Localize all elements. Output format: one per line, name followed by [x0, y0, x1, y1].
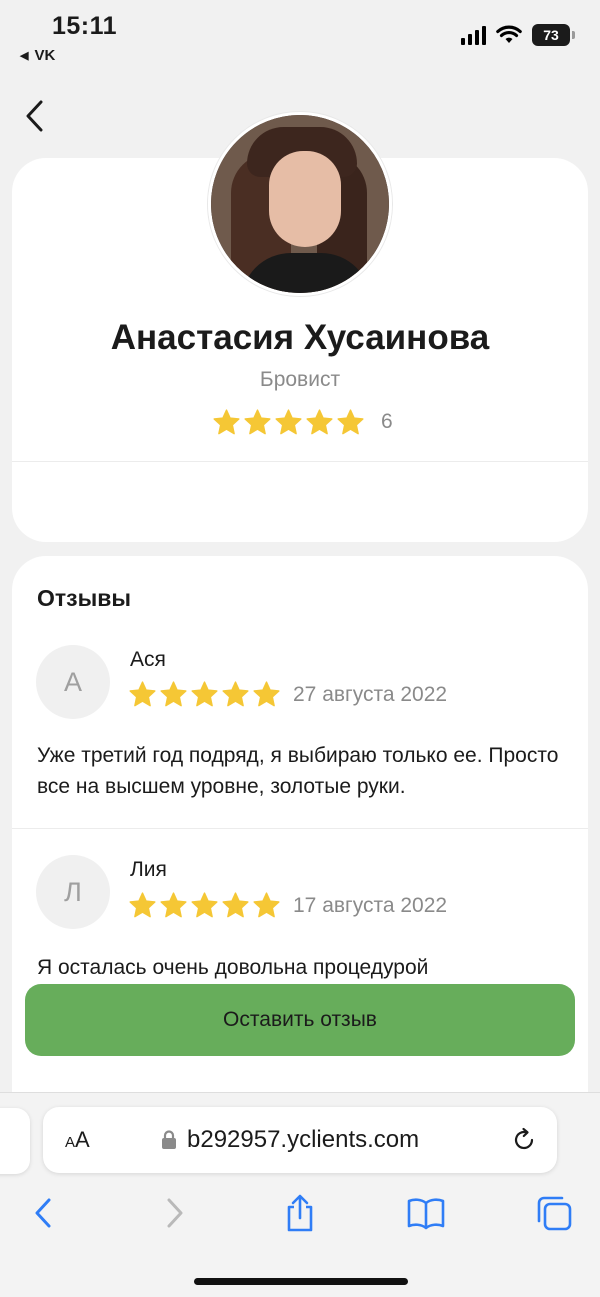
- share-icon: [287, 1194, 313, 1232]
- reviewer-avatar: Л: [36, 855, 110, 929]
- review-stars: [128, 891, 281, 920]
- back-triangle-icon: ◀: [20, 50, 29, 62]
- reviewer-name: Лия: [130, 858, 167, 881]
- browser-back-button[interactable]: [24, 1191, 64, 1235]
- chevron-right-icon: [167, 1198, 183, 1228]
- bookmarks-button[interactable]: [406, 1191, 446, 1235]
- star-icon: [253, 892, 280, 918]
- profile-divider: [12, 461, 588, 462]
- reviews-title: Отзывы: [37, 585, 132, 611]
- url-display[interactable]: b292957.yclients.com: [161, 1126, 419, 1154]
- status-indicators: 73: [461, 24, 575, 46]
- reload-icon[interactable]: [511, 1127, 537, 1153]
- rating-count: 6: [381, 410, 393, 433]
- review-text: Уже третий год подряд, я выбираю только …: [37, 744, 559, 798]
- star-icon: [191, 681, 218, 707]
- reader-settings-button[interactable]: AA: [65, 1127, 90, 1153]
- master-avatar-photo: [208, 112, 392, 296]
- share-button[interactable]: [280, 1191, 320, 1235]
- leave-review-button[interactable]: Оставить отзыв: [25, 984, 575, 1056]
- star-icon: [160, 681, 187, 707]
- back-chevron-icon[interactable]: [20, 96, 50, 136]
- home-indicator[interactable]: [194, 1278, 408, 1285]
- review-stars: [128, 680, 281, 709]
- reviewer-name: Ася: [130, 648, 166, 671]
- star-icon: [306, 408, 333, 434]
- browser-toolbar: [0, 1191, 600, 1235]
- tabs-icon: [537, 1196, 572, 1231]
- star-icon: [191, 892, 218, 918]
- star-icon: [275, 408, 302, 434]
- previous-tab-preview[interactable]: [0, 1108, 30, 1174]
- chevron-left-icon: [35, 1198, 51, 1228]
- address-bar[interactable]: AA b292957.yclients.com: [43, 1107, 557, 1173]
- status-bar: 15:11 ◀ VK 73: [0, 0, 600, 80]
- review-divider: [12, 828, 588, 829]
- reviewer-avatar: А: [36, 645, 110, 719]
- star-icon: [129, 681, 156, 707]
- tabs-button[interactable]: [534, 1191, 574, 1235]
- review-date: 27 августа 2022: [293, 682, 448, 706]
- star-icon: [244, 408, 271, 434]
- wifi-icon: [496, 25, 522, 43]
- status-time: 15:11: [52, 12, 118, 40]
- star-icon: [129, 892, 156, 918]
- master-rating: 6: [212, 406, 393, 438]
- cellular-signal-icon: [461, 25, 486, 45]
- back-to-app-link[interactable]: ◀ VK: [20, 47, 55, 64]
- battery-indicator: 73: [532, 24, 575, 46]
- back-app-label: VK: [34, 47, 56, 64]
- review-rating: 17 августа 2022: [128, 891, 447, 920]
- master-role: Бровист: [259, 368, 341, 391]
- url-text: b292957.yclients.com: [187, 1126, 420, 1153]
- lock-icon: [162, 1130, 176, 1149]
- star-icon: [222, 681, 249, 707]
- book-icon: [407, 1198, 445, 1230]
- star-icon: [160, 892, 187, 918]
- browser-forward-button[interactable]: [154, 1191, 194, 1235]
- star-icon: [337, 408, 364, 434]
- star-icon: [222, 892, 249, 918]
- review-rating: 27 августа 2022: [128, 680, 447, 709]
- star-icon: [253, 681, 280, 707]
- star-icon: [213, 408, 240, 434]
- browser-bottom-bar: AA b292957.yclients.com: [0, 1092, 600, 1297]
- master-name: Анастасия Хусаинова: [110, 318, 490, 357]
- rating-stars: [212, 408, 365, 437]
- review-date: 17 августа 2022: [293, 893, 448, 917]
